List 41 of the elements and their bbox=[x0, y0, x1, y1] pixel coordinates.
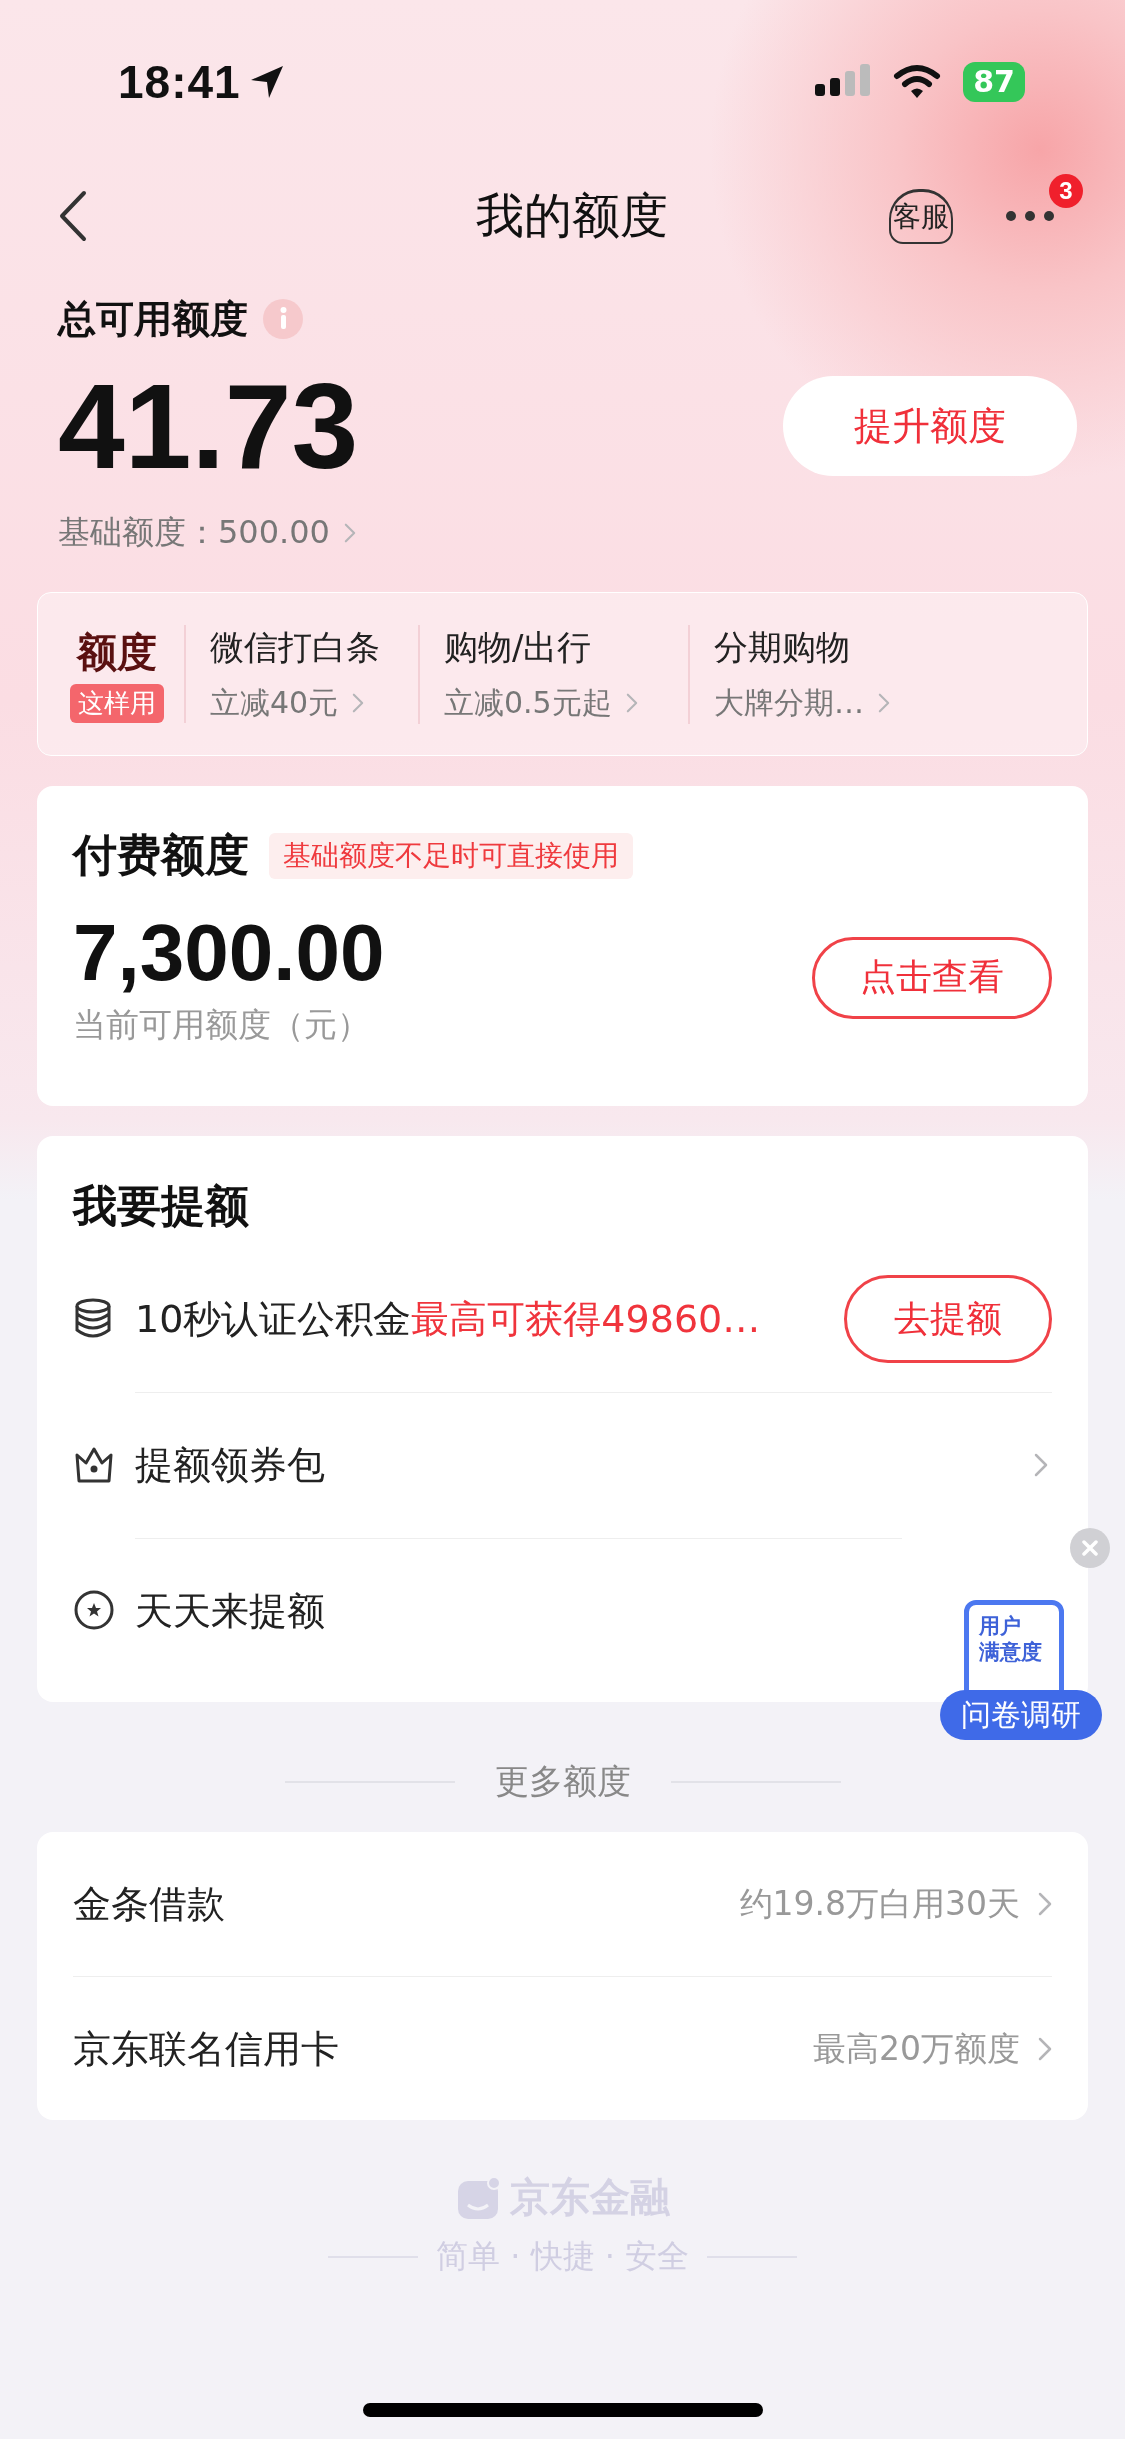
total-credit-label: 总可用额度 bbox=[58, 295, 248, 343]
raise-limit-button[interactable]: 提升额度 bbox=[783, 376, 1077, 476]
card-title: 我要提额 bbox=[73, 1178, 250, 1233]
chevron-right-icon bbox=[878, 693, 890, 713]
survey-widget[interactable]: 用户 满意度 问卷调研 bbox=[940, 1600, 1102, 1740]
list-item[interactable]: 金条借款 约19.8万白用30天 bbox=[73, 1832, 1052, 1976]
paid-credit-amount: 7,300.00 bbox=[73, 907, 385, 999]
strip-title: 额度 bbox=[77, 628, 157, 677]
chevron-right-icon bbox=[1038, 2037, 1052, 2061]
battery-indicator: 87 bbox=[963, 62, 1025, 102]
more-icon bbox=[1005, 210, 1055, 222]
raise-button[interactable]: 去提额 bbox=[844, 1275, 1052, 1363]
amount-caption: 当前可用额度（元） bbox=[73, 1004, 371, 1046]
status-time: 18:41 bbox=[118, 55, 241, 109]
back-icon bbox=[58, 190, 88, 242]
usage-option[interactable]: 购物/出行 立减0.5元起 bbox=[420, 624, 690, 724]
chevron-right-icon bbox=[1038, 1892, 1052, 1916]
chevron-right-icon bbox=[625, 693, 638, 713]
notification-badge: 3 bbox=[1049, 174, 1083, 208]
info-icon bbox=[262, 298, 304, 340]
list-item[interactable]: 天天来提额 bbox=[73, 1538, 902, 1684]
customer-service-button[interactable]: 客服 bbox=[889, 188, 953, 244]
chevron-right-icon bbox=[1034, 1453, 1048, 1477]
chevron-right-icon bbox=[343, 523, 356, 543]
row-text: 10秒认证公积金最高可获得49860… bbox=[135, 1295, 762, 1343]
list-item[interactable]: 京东联名信用卡 最高20万额度 bbox=[73, 1976, 1052, 2121]
section-label: 更多额度 bbox=[494, 1760, 631, 1803]
usage-option[interactable]: 微信打白条 立减40元 bbox=[186, 624, 420, 724]
back-button[interactable] bbox=[58, 190, 88, 242]
card-title: 付费额度 bbox=[73, 828, 249, 882]
usage-option[interactable]: 分期购物 大牌分期… bbox=[690, 624, 948, 724]
page-title: 我的额度 bbox=[475, 186, 668, 245]
chevron-right-icon bbox=[352, 693, 365, 713]
base-credit-link[interactable]: 基础额度：500.00 bbox=[58, 511, 330, 555]
info-tag: 基础额度不足时可直接使用 bbox=[269, 832, 633, 879]
close-icon bbox=[1082, 1540, 1098, 1556]
list-item[interactable]: 提额领券包 bbox=[73, 1392, 1052, 1538]
strip-tag: 这样用 bbox=[70, 684, 164, 723]
view-button[interactable]: 点击查看 bbox=[812, 936, 1052, 1019]
available-credit-amount: 41.73 bbox=[58, 358, 359, 495]
wifi-icon bbox=[893, 64, 942, 100]
